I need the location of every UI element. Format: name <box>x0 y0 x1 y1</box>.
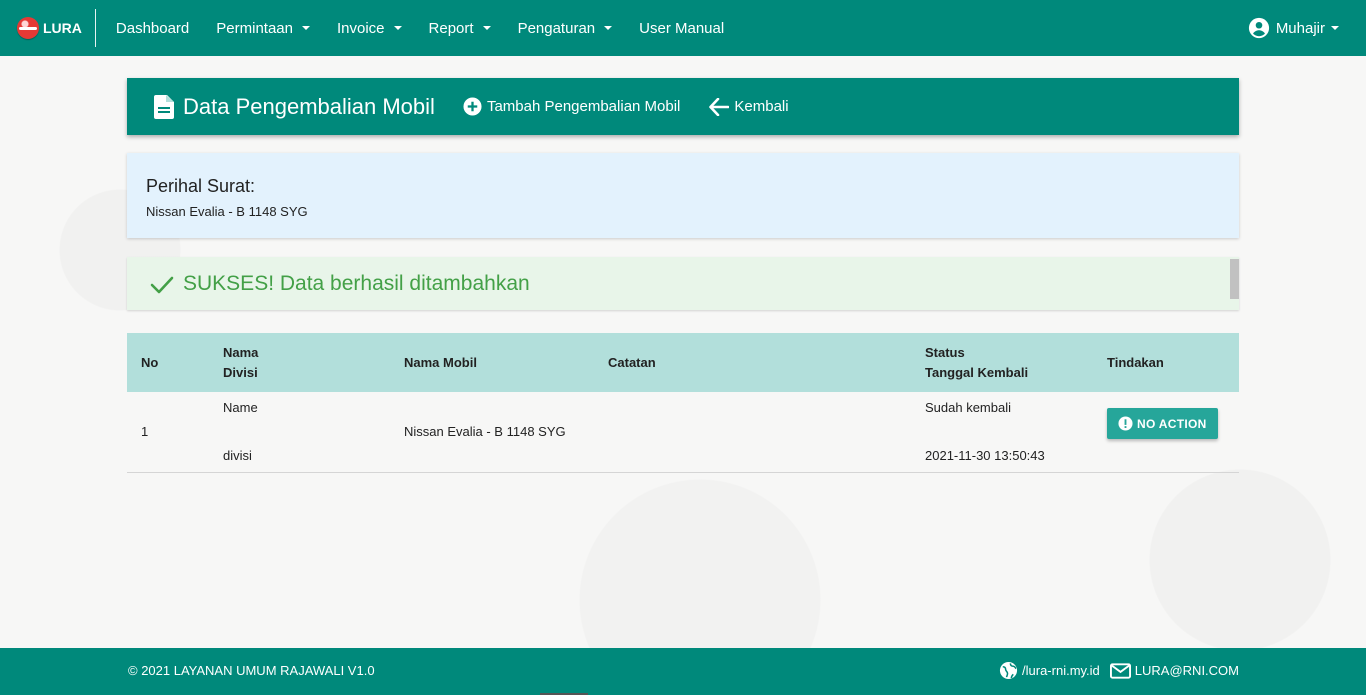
cell-tanggal-kembali: 2021-11-30 13:50:43 <box>925 448 1045 464</box>
return-table: No Nama Divisi Nama Mobil Catatan Status… <box>127 333 1239 473</box>
nav-item-label: User Manual <box>639 19 725 37</box>
document-icon <box>154 94 174 119</box>
header-tanggal-kembali: Tanggal Kembali <box>925 364 1029 380</box>
footer-copyright: © 2021 LAYANAN UMUM RAJAWALI V1.0 <box>128 663 375 678</box>
footer-email-link[interactable]: LURA@RNI.COM <box>1109 662 1239 679</box>
nav-item-label: Dashboard <box>115 19 190 37</box>
page-header: Data Pengembalian Mobil Tambah Pengembal… <box>127 78 1239 135</box>
caret-down-icon <box>1331 26 1339 30</box>
back-button[interactable]: Kembali <box>709 97 789 116</box>
account-circle-icon <box>1248 17 1269 39</box>
user-name: Muhajir <box>1275 19 1325 37</box>
header-nama: Nama <box>223 344 259 360</box>
nav-item-pengaturan[interactable]: Pengaturan <box>518 20 613 37</box>
footer: © 2021 LAYANAN UMUM RAJAWALI V1.0 /lura-… <box>0 648 1366 695</box>
caret-down-icon <box>393 26 402 30</box>
nav-item-user-manual[interactable]: User Manual <box>639 20 724 37</box>
cell-nama: Name <box>223 400 258 416</box>
nav-item-permintaan[interactable]: Permintaan <box>216 20 310 37</box>
cell-nama-mobil: Nissan Evalia - B 1148 SYG <box>404 424 566 440</box>
nav-item-label: Permintaan <box>216 19 293 37</box>
top-navbar: LURA Dashboard Permintaan Invoice Report… <box>0 0 1366 56</box>
add-return-button[interactable]: Tambah Pengembalian Mobil <box>463 97 680 116</box>
brand[interactable]: LURA <box>0 0 82 56</box>
nav-item-invoice[interactable]: Invoice <box>337 20 402 37</box>
perihal-value: Nissan Evalia - B 1148 SYG <box>146 204 308 219</box>
header-status: Status <box>925 344 965 360</box>
alert-scrollbar[interactable] <box>1230 259 1239 299</box>
footer-website-link[interactable]: /lura-rni.my.id <box>999 661 1100 680</box>
back-label: Kembali <box>734 98 789 115</box>
arrow-left-icon <box>709 97 730 116</box>
header-divisi: Divisi <box>223 364 258 380</box>
cell-divisi: divisi <box>223 448 252 464</box>
mail-icon <box>1109 662 1131 679</box>
header-nama-divisi: Nama Divisi <box>223 333 404 392</box>
header-nama-mobil: Nama Mobil <box>404 354 477 370</box>
nav-menu: Dashboard Permintaan Invoice Report Peng… <box>116 0 751 56</box>
perihal-panel: Perihal Surat: Nissan Evalia - B 1148 SY… <box>127 153 1239 238</box>
caret-down-icon <box>302 26 310 30</box>
lura-logo-icon <box>17 17 39 39</box>
page-title: Data Pengembalian Mobil <box>183 93 435 119</box>
nav-item-report[interactable]: Report <box>429 20 491 37</box>
user-menu[interactable]: Muhajir <box>1248 0 1339 56</box>
check-icon <box>150 276 174 293</box>
no-action-label: NO ACTION <box>1137 416 1207 431</box>
header-status-tanggal: Status Tanggal Kembali <box>925 333 1107 392</box>
footer-website: /lura-rni.my.id <box>1022 663 1100 678</box>
header-catatan: Catatan <box>608 354 656 370</box>
cell-no: 1 <box>141 424 149 440</box>
cell-catatan <box>608 392 925 472</box>
add-return-label: Tambah Pengembalian Mobil <box>486 98 681 115</box>
cell-nama-divisi: Name divisi <box>223 392 404 472</box>
no-action-button[interactable]: NO ACTION <box>1107 408 1218 440</box>
cell-status: Sudah kembali <box>925 400 1011 416</box>
nav-divider <box>94 9 96 47</box>
alert-circle-icon <box>1118 416 1133 431</box>
add-circle-icon <box>463 97 482 116</box>
table-header-row: No Nama Divisi Nama Mobil Catatan Status… <box>127 333 1239 392</box>
nav-item-label: Invoice <box>337 19 385 37</box>
nav-item-label: Report <box>428 19 474 37</box>
caret-down-icon <box>604 26 613 30</box>
perihal-label: Perihal Surat: <box>146 176 256 196</box>
globe-icon <box>999 661 1018 680</box>
header-no: No <box>141 354 159 370</box>
footer-email: LURA@RNI.COM <box>1134 663 1239 678</box>
success-alert: SUKSES! Data berhasil ditambahkan <box>127 257 1239 310</box>
nav-item-dashboard[interactable]: Dashboard <box>116 20 189 37</box>
table-row: 1 Name divisi Nissan Evalia - B 1148 SYG… <box>127 392 1239 472</box>
header-tindakan: Tindakan <box>1107 354 1164 370</box>
cell-tindakan: NO ACTION <box>1107 392 1239 472</box>
alert-text: SUKSES! Data berhasil ditambahkan <box>183 271 530 295</box>
nav-item-label: Pengaturan <box>517 19 596 37</box>
cell-status-tanggal: Sudah kembali 2021-11-30 13:50:43 <box>925 392 1107 472</box>
caret-down-icon <box>482 26 491 30</box>
footer-links: /lura-rni.my.id LURA@RNI.COM <box>989 661 1239 680</box>
brand-text: LURA <box>43 20 82 36</box>
